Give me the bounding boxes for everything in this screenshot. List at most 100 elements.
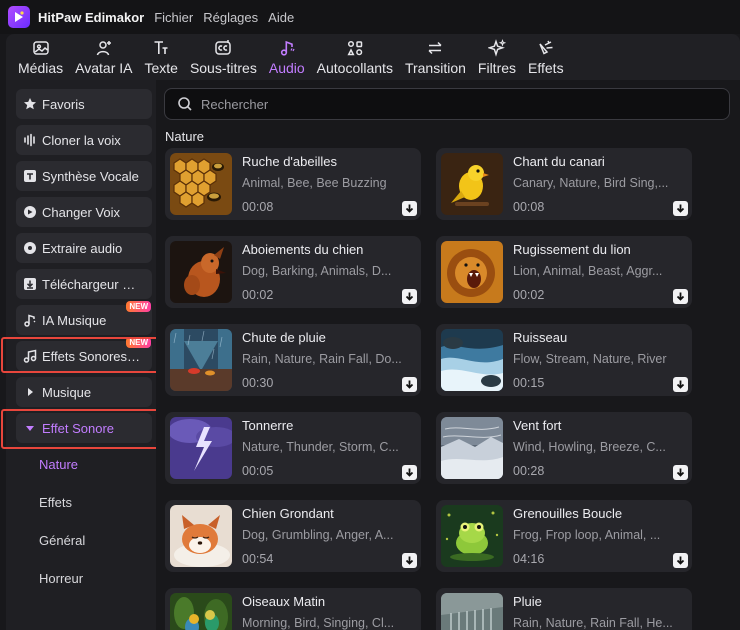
sound-tags: Dog, Grumbling, Anger, A... [242, 528, 394, 542]
tab-autocollants[interactable]: Autocollants [311, 36, 399, 80]
sidebar-item-changer-voix[interactable]: Changer Voix [16, 197, 152, 227]
new-badge: NEW [126, 337, 151, 348]
thumbnail-rain-roof [441, 593, 503, 630]
sub-item-general[interactable]: Général [39, 533, 85, 548]
sidebar-item-effets-sonores-ia[interactable]: Effets Sonores IA NEW [16, 337, 152, 371]
sound-tags: Morning, Bird, Singing, Cl... [242, 616, 395, 630]
audio-sidebar: Favoris Cloner la voix Synthèse Vocale C… [6, 80, 156, 630]
sound-card[interactable]: Chant du canari Canary, Nature, Bird Sin… [436, 148, 692, 220]
main-toolbar: Médias Avatar IA Texte Sous-titres Audio… [6, 34, 740, 80]
tab-sous-titres[interactable]: Sous-titres [184, 36, 263, 80]
tab-audio[interactable]: Audio [263, 36, 311, 80]
menu-fichier[interactable]: Fichier [154, 10, 193, 25]
ai-music-icon [23, 313, 37, 327]
thumbnail-thunder [170, 417, 232, 479]
app-name: HitPaw Edimakor [38, 9, 145, 25]
sound-duration: 00:54 [242, 552, 274, 566]
sub-item-effets[interactable]: Effets [39, 495, 72, 510]
sidebar-item-favoris[interactable]: Favoris [16, 89, 152, 119]
sound-card[interactable]: Vent fort Wind, Howling, Breeze, C... 00… [436, 412, 692, 484]
sound-card[interactable]: Tonnerre Nature, Thunder, Storm, C... 00… [165, 412, 421, 484]
sound-tags: Frog, Frop loop, Animal, ... [513, 528, 661, 542]
download-button[interactable] [673, 289, 688, 304]
voice-changer-icon [23, 205, 37, 219]
sidebar-item-musique[interactable]: Musique [16, 377, 152, 407]
sound-card[interactable]: Grenouilles Boucle Frog, Frop loop, Anim… [436, 500, 692, 572]
tab-transition[interactable]: Transition [399, 36, 472, 80]
thumbnail-frog [441, 505, 503, 567]
sound-card[interactable]: Ruche d'abeilles Animal, Bee, Bee Buzzin… [165, 148, 421, 220]
music-note-icon [280, 40, 295, 56]
sound-tags: Wind, Howling, Breeze, C... [513, 440, 666, 454]
sidebar-item-effet-sonore[interactable]: Effet Sonore [16, 413, 152, 443]
text-to-speech-icon [23, 169, 37, 183]
sound-card[interactable]: Chute de pluie Rain, Nature, Rain Fall, … [165, 324, 421, 396]
sound-library-panel: Nature Ruche d'abeilles Animal, Bee, Bee… [156, 80, 740, 630]
download-arrow-icon [405, 468, 414, 477]
sub-item-horreur[interactable]: Horreur [39, 571, 83, 586]
sidebar-item-ia-musique[interactable]: IA Musique NEW [16, 301, 152, 335]
download-arrow-icon [676, 204, 685, 213]
star-icon [23, 97, 37, 111]
sidebar-item-cloner-voix[interactable]: Cloner la voix [16, 125, 152, 155]
sound-title: Vent fort [513, 418, 562, 433]
new-badge: NEW [126, 301, 151, 312]
download-button[interactable] [673, 201, 688, 216]
tab-avatar-ia[interactable]: Avatar IA [69, 36, 138, 80]
sound-title: Chien Grondant [242, 506, 334, 521]
download-arrow-icon [676, 468, 685, 477]
download-button[interactable] [402, 553, 417, 568]
sound-duration: 00:08 [242, 200, 274, 214]
search-input[interactable] [201, 96, 701, 112]
download-button[interactable] [402, 377, 417, 392]
sound-duration: 00:02 [242, 288, 274, 302]
sound-card[interactable]: Aboiements du chien Dog, Barking, Animal… [165, 236, 421, 308]
sidebar-item-extraire-audio[interactable]: Extraire audio [16, 233, 152, 263]
download-icon [23, 277, 37, 291]
thumbnail-beehive [170, 153, 232, 215]
menu-aide[interactable]: Aide [268, 10, 294, 25]
download-button[interactable] [673, 465, 688, 480]
sound-card[interactable]: Rugissement du lion Lion, Animal, Beast,… [436, 236, 692, 308]
app-logo-icon [8, 6, 30, 28]
sound-duration: 00:08 [513, 200, 545, 214]
sound-tags: Lion, Animal, Beast, Aggr... [513, 264, 663, 278]
sidebar-item-synthese-vocale[interactable]: Synthèse Vocale [16, 161, 152, 191]
section-title: Nature [165, 129, 205, 144]
tab-effets[interactable]: Effets [522, 36, 570, 80]
tab-medias[interactable]: Médias [12, 36, 69, 80]
download-button[interactable] [402, 465, 417, 480]
sound-title: Aboiements du chien [242, 242, 364, 257]
thumbnail-canary [441, 153, 503, 215]
avatar-icon [96, 41, 111, 56]
sound-title: Grenouilles Boucle [513, 506, 623, 521]
download-button[interactable] [673, 553, 688, 568]
download-arrow-icon [676, 292, 685, 301]
download-button[interactable] [402, 201, 417, 216]
search-icon [178, 97, 192, 111]
menu-reglages[interactable]: Réglages [203, 10, 258, 25]
download-arrow-icon [405, 204, 414, 213]
download-arrow-icon [676, 556, 685, 565]
sound-card[interactable]: Ruisseau Flow, Stream, Nature, River 00:… [436, 324, 692, 396]
thumbnail-rain-street [170, 329, 232, 391]
transition-icon [428, 41, 442, 55]
sound-card[interactable]: Pluie Rain, Nature, Rain Fall, He... [436, 588, 692, 630]
sound-title: Rugissement du lion [513, 242, 631, 257]
tab-texte[interactable]: Texte [138, 36, 183, 80]
stickers-icon [347, 40, 363, 56]
thumbnail-birds [170, 593, 232, 630]
download-button[interactable] [402, 289, 417, 304]
download-button[interactable] [673, 377, 688, 392]
tab-filtres[interactable]: Filtres [472, 36, 522, 80]
sound-card[interactable]: Oiseaux Matin Morning, Bird, Singing, Cl… [165, 588, 421, 630]
sound-tags: Dog, Barking, Animals, D... [242, 264, 392, 278]
sound-tags: Flow, Stream, Nature, River [513, 352, 667, 366]
sound-card[interactable]: Chien Grondant Dog, Grumbling, Anger, A.… [165, 500, 421, 572]
sub-item-nature[interactable]: Nature [39, 457, 78, 472]
sound-duration: 00:30 [242, 376, 274, 390]
sound-title: Ruche d'abeilles [242, 154, 337, 169]
sidebar-item-telechargeur-audio[interactable]: Téléchargeur audio [16, 269, 152, 299]
sound-tags: Animal, Bee, Bee Buzzing [242, 176, 387, 190]
thumbnail-dog [170, 241, 232, 303]
